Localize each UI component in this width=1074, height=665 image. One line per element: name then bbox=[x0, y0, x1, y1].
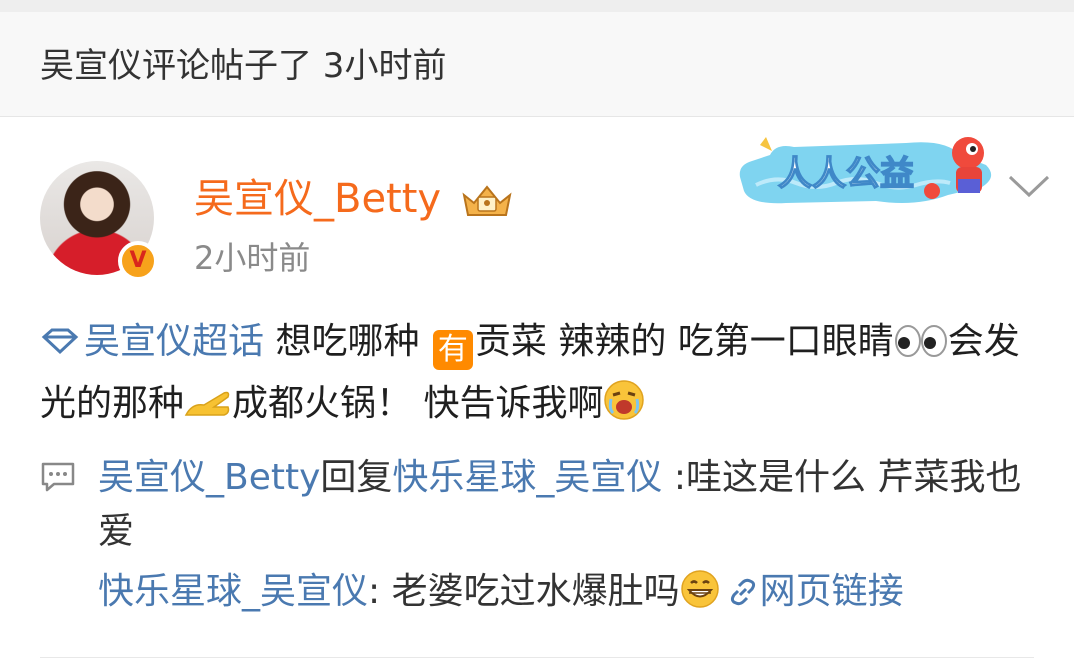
activity-notice-text: 吴宣仪评论帖子了 3小时前 bbox=[40, 46, 447, 86]
post-text-4: 成都火锅！ 快告诉我啊 bbox=[232, 383, 604, 424]
reply-1-target[interactable]: 快乐星球_吴宣仪 bbox=[392, 457, 662, 498]
topic-label: 吴宣仪超话 bbox=[84, 321, 265, 362]
post-body: 吴宣仪超话 想吃哪种 有贡菜 辣辣的 吃第一口眼睛 会发光的那种 成都火锅！ 快告诉… bbox=[40, 311, 1030, 435]
reply-1-author[interactable]: 吴宣仪_Betty bbox=[98, 457, 320, 498]
crown-icon[interactable] bbox=[460, 181, 514, 221]
eyes-emoji-icon bbox=[894, 325, 947, 357]
diamond-icon bbox=[41, 328, 79, 355]
link-icon bbox=[730, 578, 755, 606]
grin-emoji-icon bbox=[680, 570, 719, 608]
reply-2-text: : 老婆吃过水爆肚吗 bbox=[368, 571, 680, 612]
hand-emoji-icon bbox=[184, 391, 230, 416]
reply-2: 快乐星球_吴宣仪: 老婆吃过水爆肚吗 网页链接 bbox=[98, 565, 1058, 619]
reply-2-author[interactable]: 快乐星球_吴宣仪 bbox=[98, 571, 368, 612]
bottom-divider bbox=[40, 657, 1034, 658]
comment-icon bbox=[41, 462, 75, 492]
chevron-down-icon[interactable] bbox=[1006, 171, 1052, 201]
verified-badge: V bbox=[118, 241, 158, 281]
topic-link[interactable]: 吴宣仪超话 bbox=[40, 321, 264, 362]
reply-1: 吴宣仪_Betty回复快乐星球_吴宣仪 :哇这是什么 芹菜我也爱 bbox=[98, 451, 1038, 559]
top-strip bbox=[0, 0, 1074, 12]
you-badge: 有 bbox=[432, 330, 473, 370]
reply-1-action: 回复 bbox=[320, 457, 393, 498]
post-card: V 吴宣仪_Betty 2小时前 人人公益 吴宣仪超话 想吃哪种 有贡菜 辣辣的… bbox=[0, 117, 1074, 665]
charity-banner-label: 人人公益 bbox=[778, 155, 914, 193]
post-text-2: 贡菜 辣辣的 吃第一口眼睛 bbox=[474, 321, 894, 362]
post-time: 2小时前 bbox=[194, 239, 311, 277]
post-username[interactable]: 吴宣仪_Betty bbox=[194, 175, 441, 223]
crying-face-emoji-icon bbox=[604, 380, 645, 420]
web-link-label: 网页链接 bbox=[759, 571, 904, 612]
web-link[interactable]: 网页链接 bbox=[720, 571, 904, 612]
verified-mark: V bbox=[129, 248, 147, 273]
activity-notice-bar[interactable]: 吴宣仪评论帖子了 3小时前 bbox=[0, 12, 1074, 117]
post-text-1: 想吃哪种 bbox=[264, 321, 431, 362]
charity-banner[interactable]: 人人公益 bbox=[736, 125, 1000, 213]
